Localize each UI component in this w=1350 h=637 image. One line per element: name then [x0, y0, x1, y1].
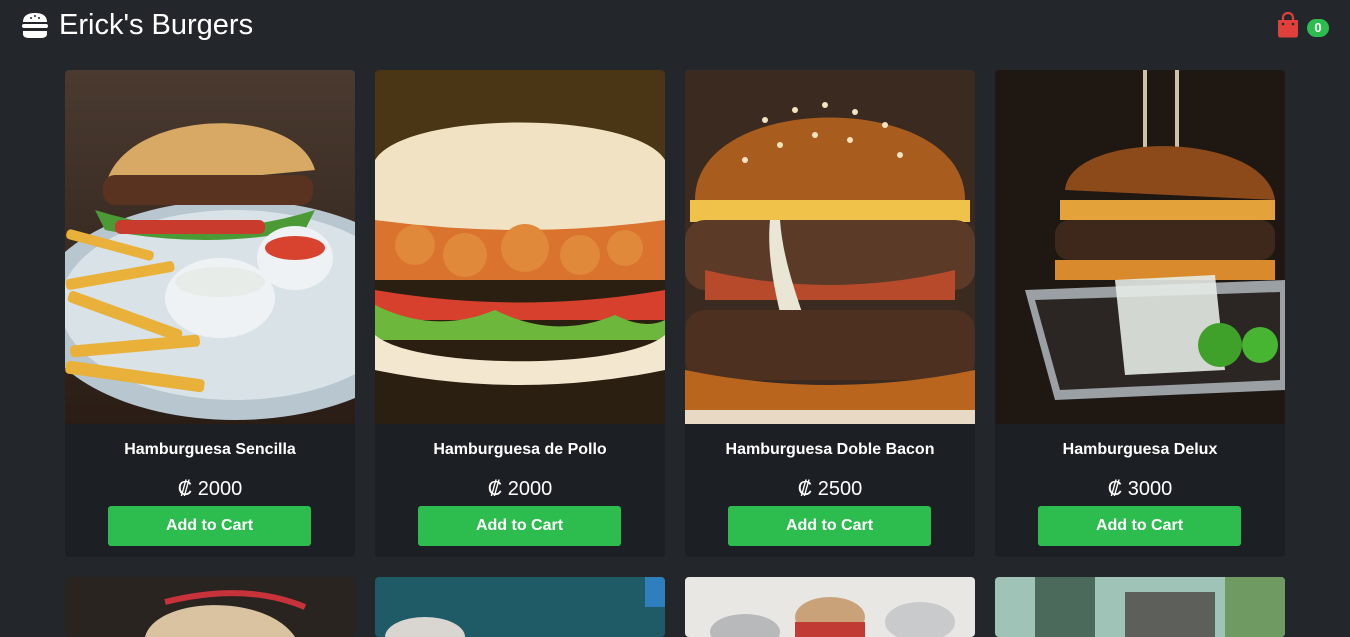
product-card — [685, 577, 975, 637]
cart-count-badge: 0 — [1307, 19, 1329, 37]
product-image — [685, 70, 975, 424]
cart-button[interactable]: 0 — [1276, 12, 1330, 40]
product-name: Hamburguesa Sencilla — [124, 441, 296, 458]
product-price: ₡ 2000 — [177, 478, 243, 500]
add-to-cart-button[interactable]: Add to Cart — [108, 506, 311, 546]
product-image — [375, 577, 665, 637]
product-name: Hamburguesa de Pollo — [433, 441, 607, 458]
product-image — [65, 70, 355, 424]
product-price: ₡ 3000 — [1107, 478, 1173, 500]
app-title: Erick's Burgers — [59, 9, 254, 41]
product-image — [995, 577, 1285, 637]
product-price: ₡ 2500 — [797, 478, 863, 500]
product-image — [65, 577, 355, 637]
burger-icon — [22, 13, 48, 38]
product-name: Hamburguesa Delux — [1062, 441, 1218, 458]
product-image — [375, 70, 665, 424]
add-to-cart-button[interactable]: Add to Cart — [418, 506, 621, 546]
product-card: Hamburguesa Sencilla ₡ 2000 Add to Cart — [65, 70, 355, 557]
product-price: ₡ 2000 — [487, 478, 553, 500]
product-card — [375, 577, 665, 637]
brand[interactable]: Erick's Burgers — [20, 8, 253, 42]
product-card: Hamburguesa Delux ₡ 3000 Add to Cart — [995, 70, 1285, 557]
add-to-cart-button[interactable]: Add to Cart — [1038, 506, 1241, 546]
product-card — [995, 577, 1285, 637]
product-card: Hamburguesa de Pollo ₡ 2000 Add to Cart — [375, 70, 665, 557]
product-image — [685, 577, 975, 637]
product-name: Hamburguesa Doble Bacon — [725, 441, 935, 458]
shopping-bag-icon — [1278, 12, 1298, 38]
top-navbar: Erick's Burgers 0 — [0, 0, 1350, 52]
add-to-cart-button[interactable]: Add to Cart — [728, 506, 931, 546]
product-card: Hamburguesa Doble Bacon ₡ 2500 Add to Ca… — [685, 70, 975, 557]
product-image — [995, 70, 1285, 424]
product-grid: Hamburguesa Sencilla ₡ 2000 Add to Cart … — [65, 70, 1285, 637]
product-card — [65, 577, 355, 637]
